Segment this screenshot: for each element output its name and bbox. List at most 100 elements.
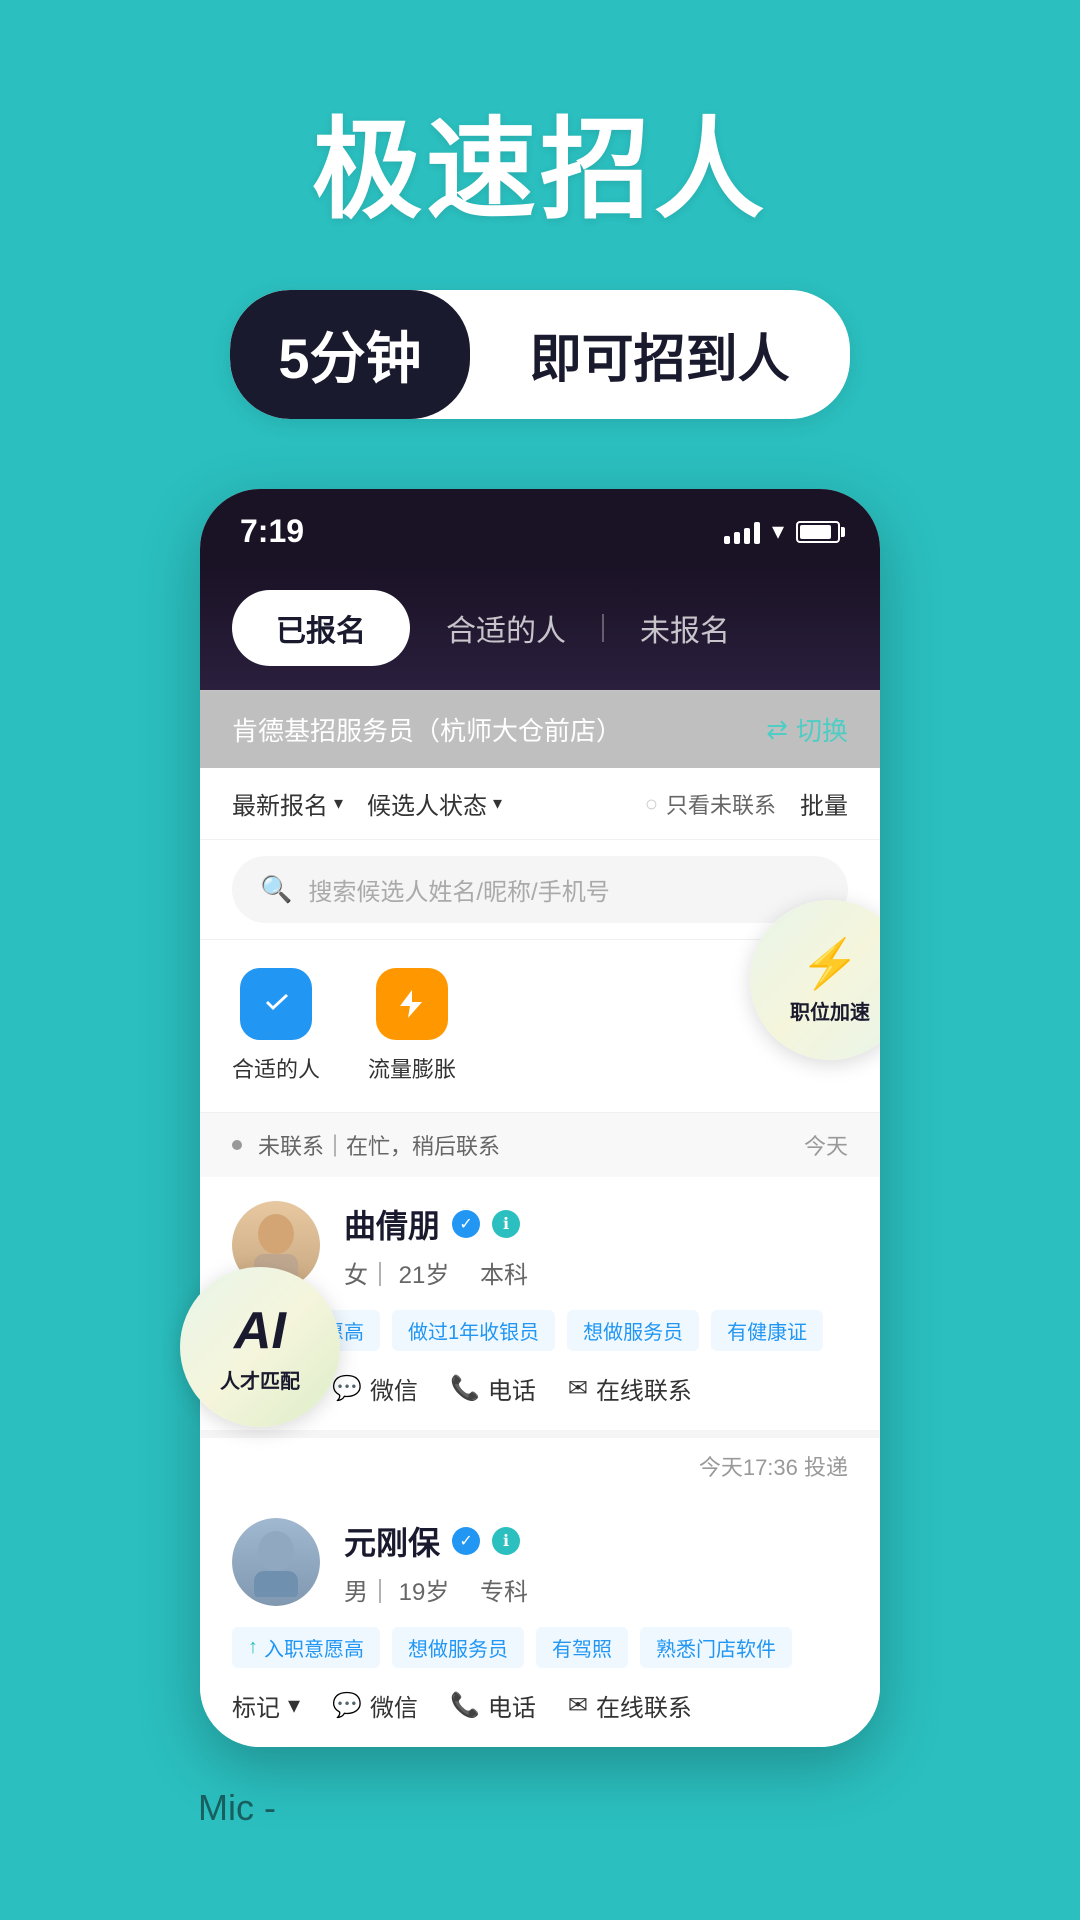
job-title: 肯德基招服务员（杭师大仓前店） [232,711,622,748]
traffic-boost-action[interactable]: 流量膨胀 [368,968,456,1084]
tag2-license: 有驾照 [536,1627,628,1668]
tab-unregistered[interactable]: 未报名 [604,590,766,666]
candidate2-card: 元刚保 ✓ ℹ 男｜ 19岁 专科 ↑入职意愿高 想做服务员 [200,1494,880,1747]
switch-button[interactable]: ⇄ 切换 [766,711,848,748]
candidate1-status-text: 未联系｜在忙，稍后联系 [258,1129,500,1161]
candidate2-name-row: 元刚保 ✓ ℹ [344,1518,848,1564]
job-bar: 肯德基招服务员（杭师大仓前店） ⇄ 切换 [200,690,880,768]
status-bar: 7:19 ▾ [200,489,880,566]
candidate1-name: 曲倩朋 [344,1201,440,1247]
tab-registered[interactable]: 已报名 [232,590,410,666]
submit-time: 今天17:36 投递 [200,1438,880,1494]
wechat-label2: 微信 [370,1688,418,1723]
ai-label: 人才匹配 [220,1365,300,1394]
wechat-button2[interactable]: 💬 微信 [332,1688,418,1723]
candidate1-meta: 女｜ 21岁 本科 [344,1255,848,1290]
verify-badge3: ✓ [452,1527,480,1555]
wechat-icon: 💬 [332,1374,362,1403]
candidate1-name-row: 曲倩朋 ✓ ℹ [344,1201,848,1247]
badge-light: 即可招到人 [470,293,850,416]
status-chevron-icon: ▾ [493,793,502,814]
phone-label: 电话 [488,1371,536,1406]
online-label2: 在线联系 [596,1688,692,1723]
candidate1-info: 曲倩朋 ✓ ℹ 女｜ 21岁 本科 [344,1201,848,1290]
lightning-icon: ⚡ [800,935,860,992]
verify-badge4: ℹ [492,1527,520,1555]
sort-label: 最新报名 [232,786,328,821]
mic-text: Mic - [198,1787,276,1828]
online-label: 在线联系 [596,1371,692,1406]
battery-icon [796,521,840,543]
only-uncontacted-filter[interactable]: ○ 只看未联系 [645,788,776,820]
traffic-label: 流量膨胀 [368,1052,456,1084]
hero-title: 极速招人 [312,80,768,240]
switch-icon: ⇄ [766,714,788,745]
filter-row: 最新报名 ▾ 候选人状态 ▾ ○ 只看未联系 批量 [200,768,880,840]
phone-icon2: 📞 [450,1691,480,1720]
wifi-icon: ▾ [772,517,784,546]
candidate2-actions: 标记 ▾ 💬 微信 📞 电话 ✉ 在线联系 [232,1688,848,1723]
phone-label2: 电话 [488,1688,536,1723]
candidate2-avatar [232,1518,320,1606]
suitable-people-action[interactable]: 合适的人 [232,968,320,1084]
badge-dark: 5分钟 [230,290,469,419]
filter-right: ○ 只看未联系 批量 [645,786,848,821]
verify-badge1: ✓ [452,1210,480,1238]
suitable-label: 合适的人 [232,1052,320,1084]
tag-service: 想做服务员 [567,1310,699,1351]
candidate2-name: 元刚保 [344,1518,440,1564]
traffic-icon [376,968,448,1040]
badge-row: 5分钟 即可招到人 [230,290,849,419]
search-box[interactable]: 🔍 搜索候选人姓名/昵称/手机号 [232,856,848,923]
signal-icon [724,520,760,544]
tag2-intention: ↑入职意愿高 [232,1627,380,1668]
search-icon: 🔍 [260,874,292,905]
candidate2-info: 元刚保 ✓ ℹ 男｜ 19岁 专科 [344,1518,848,1607]
candidate1-top: 曲倩朋 ✓ ℹ 女｜ 21岁 本科 [232,1201,848,1290]
batch-button[interactable]: 批量 [800,786,848,821]
status-dot [232,1140,242,1150]
search-placeholder: 搜索候选人姓名/昵称/手机号 [308,872,609,907]
check-circle-icon: ○ [645,791,658,817]
tab-suitable[interactable]: 合适的人 [410,590,602,666]
online-contact-button[interactable]: ✉ 在线联系 [568,1371,692,1406]
tag2-service: 想做服务员 [392,1627,524,1668]
ai-float-button[interactable]: AI 人才匹配 [180,1267,340,1427]
email-icon2: ✉ [568,1691,588,1720]
tag-health: 有健康证 [711,1310,823,1351]
sort-chevron-icon: ▾ [334,793,343,814]
phone-button2[interactable]: 📞 电话 [450,1688,536,1723]
phone-mockup: 7:19 ▾ 已报名 合 [200,489,880,1747]
sort-filter[interactable]: 最新报名 ▾ [232,786,343,821]
email-icon: ✉ [568,1374,588,1403]
wechat-button[interactable]: 💬 微信 [332,1371,418,1406]
phone-icon: 📞 [450,1374,480,1403]
hero-section: 极速招人 5分钟 即可招到人 AI 人才匹配 7:19 [0,0,1080,1849]
status-label: 候选人状态 [367,786,487,821]
phone-wrap: AI 人才匹配 7:19 ▾ [160,489,920,1747]
ai-text: AI [234,1301,286,1361]
tag-cashier: 做过1年收银员 [392,1310,555,1351]
suitable-icon [240,968,312,1040]
candidate1-status-row: 未联系｜在忙，稍后联系 今天 [200,1113,880,1177]
candidate2-top: 元刚保 ✓ ℹ 男｜ 19岁 专科 [232,1518,848,1607]
switch-label: 切换 [796,711,848,748]
candidate2-tags: ↑入职意愿高 想做服务员 有驾照 熟悉门店软件 [232,1627,848,1668]
quick-actions: 合适的人 流量膨胀 ⚡ 职位加速 [200,940,880,1113]
mark-chevron-icon2: ▾ [288,1691,300,1720]
mark-label2: 标记 [232,1688,280,1723]
mic-text-area: Mic - [0,1747,1080,1849]
phone-button[interactable]: 📞 电话 [450,1371,536,1406]
uncontacted-label: 只看未联系 [666,788,776,820]
status-time-right: 今天 [804,1129,848,1161]
candidate2-meta: 男｜ 19岁 专科 [344,1572,848,1607]
wechat-label: 微信 [370,1371,418,1406]
verify-badge2: ℹ [492,1210,520,1238]
status-filter[interactable]: 候选人状态 ▾ [367,786,502,821]
accelerate-label: 职位加速 [790,996,870,1025]
mark-button2[interactable]: 标记 ▾ [232,1688,300,1723]
app-header: 已报名 合适的人 未报名 [200,566,880,690]
tag2-software: 熟悉门店软件 [640,1627,792,1668]
online-contact-button2[interactable]: ✉ 在线联系 [568,1688,692,1723]
status-time: 7:19 [240,513,304,550]
